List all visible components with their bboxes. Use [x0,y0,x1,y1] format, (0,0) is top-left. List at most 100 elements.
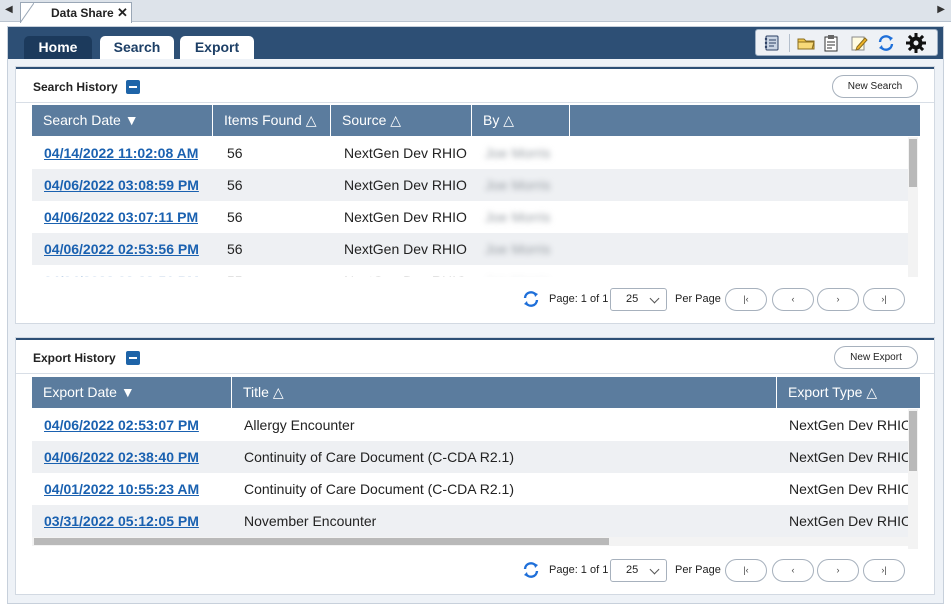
scrollbar-thumb[interactable] [909,411,917,471]
table-row[interactable]: 03/31/2022 05:12:05 PM November Encounte… [32,505,908,537]
clipboard-icon[interactable] [822,34,840,52]
column-header-source[interactable]: Source △ [331,105,472,136]
by-cell: Joe Morris [485,265,550,277]
export-history-header-row: Export Date ▼ Title △ Export Type △ [32,377,920,408]
search-history-header-row: Search Date ▼ Items Found △ Source △ By … [32,105,920,136]
search-date-link[interactable]: 04/14/2022 11:02:08 AM [44,137,198,169]
document-tab-label: Data Share [51,6,114,20]
tab-search[interactable]: Search [100,36,174,59]
collapse-search-history-icon[interactable] [126,80,140,94]
source-cell: NextGen Dev RHIO [344,265,467,277]
export-history-title: Export History [33,351,116,365]
next-page-button[interactable]: › [817,288,859,311]
search-date-link[interactable]: 04/06/2022 03:08:59 PM [44,169,199,201]
refresh-icon[interactable] [522,290,540,308]
document-tab-data-share[interactable]: Data Share ✕ [20,2,132,23]
search-history-title: Search History [33,80,118,94]
gear-icon[interactable] [905,32,927,54]
source-cell: NextGen Dev RHIO [344,241,467,257]
by-cell: Joe Morris [485,241,551,257]
by-cell: Joe Morris [485,209,551,225]
items-found-cell: 56 [227,177,243,193]
previous-page-button[interactable]: ‹ [772,288,814,311]
close-icon[interactable]: ✕ [117,5,128,21]
column-header-export-date[interactable]: Export Date ▼ [32,377,232,408]
export-date-link[interactable]: 04/06/2022 02:53:07 PM [44,409,199,441]
toolbar [755,29,938,56]
export-type-cell: NextGen Dev RHIO [789,449,908,465]
search-date-link[interactable]: 04/04/2022 02:38:51 PM [44,265,199,277]
per-page-label: Per Page [675,293,721,305]
column-header-items-found[interactable]: Items Found △ [213,105,331,136]
column-header-search-date[interactable]: Search Date ▼ [32,105,213,136]
table-row[interactable]: 04/14/2022 11:02:08 AM 56 NextGen Dev RH… [32,137,908,169]
export-title-cell: November Encounter [244,513,377,529]
source-cell: NextGen Dev RHIO [344,145,467,161]
per-page-label: Per Page [675,564,721,576]
refresh-icon[interactable] [877,34,895,52]
scroll-left-icon[interactable]: ◀ [5,4,13,15]
per-page-select[interactable]: 25 [610,288,667,311]
refresh-icon[interactable] [522,561,540,579]
table-row[interactable]: 04/06/2022 02:38:40 PM Continuity of Car… [32,441,908,473]
tab-slant-decoration [20,3,34,23]
export-history-panel: Export History New Export Export Date ▼ … [15,337,935,595]
tab-home[interactable]: Home [24,36,92,59]
export-title-cell: Continuity of Care Document (C-CDA R2.1) [244,481,514,497]
chevron-down-icon [649,564,660,575]
scrollbar-thumb[interactable] [909,139,917,187]
items-found-cell: 56 [227,209,243,225]
panel-top-rule [16,67,934,69]
edit-icon[interactable] [850,34,868,52]
table-row[interactable]: 04/04/2022 02:38:51 PM 55 NextGen Dev RH… [32,265,908,277]
export-date-link[interactable]: 04/06/2022 02:38:40 PM [44,441,199,473]
search-date-link[interactable]: 04/06/2022 03:07:11 PM [44,201,198,233]
column-header-title[interactable]: Title △ [232,377,777,408]
panel-separator [16,373,934,374]
table-row[interactable]: 04/06/2022 03:08:59 PM 56 NextGen Dev RH… [32,169,908,201]
search-history-panel: Search History New Search Search Date ▼ … [15,66,935,324]
per-page-value: 25 [626,564,639,576]
first-page-button[interactable]: |‹ [725,559,767,582]
per-page-select[interactable]: 25 [610,559,667,582]
chevron-down-icon [649,293,660,304]
last-page-button[interactable]: ›| [863,559,905,582]
page-indicator: Page: 1 of 1 [549,564,609,576]
by-cell: Joe Morris [485,177,551,193]
export-title-cell: Allergy Encounter [244,417,355,433]
next-page-button[interactable]: › [817,559,859,582]
source-cell: NextGen Dev RHIO [344,177,467,193]
tab-export[interactable]: Export [180,36,254,59]
search-date-link[interactable]: 04/06/2022 02:53:56 PM [44,233,199,265]
by-cell: Joe Morris [485,145,551,161]
source-cell: NextGen Dev RHIO [344,209,467,225]
table-row[interactable]: 04/06/2022 03:07:11 PM 56 NextGen Dev RH… [32,201,908,233]
folder-icon[interactable] [797,34,815,52]
per-page-value: 25 [626,293,639,305]
scrollbar-thumb[interactable] [34,538,609,545]
collapse-export-history-icon[interactable] [126,351,140,365]
first-page-button[interactable]: |‹ [725,288,767,311]
items-found-cell: 56 [227,145,243,161]
notebook-icon[interactable] [763,34,781,52]
new-export-button[interactable]: New Export [834,346,918,369]
export-title-cell: Continuity of Care Document (C-CDA R2.1) [244,449,514,465]
last-page-button[interactable]: ›| [863,288,905,311]
export-date-link[interactable]: 03/31/2022 05:12:05 PM [44,505,199,537]
export-history-horizontal-scrollbar[interactable] [32,537,908,546]
new-search-button[interactable]: New Search [832,75,918,98]
export-history-vertical-scrollbar[interactable] [908,409,918,549]
column-header-by[interactable]: By △ [472,105,570,136]
scroll-right-icon[interactable]: ▶ [937,4,945,15]
items-found-cell: 55 [227,265,243,277]
table-row[interactable]: 04/06/2022 02:53:56 PM 56 NextGen Dev RH… [32,233,908,265]
table-row[interactable]: 04/01/2022 10:55:23 AM Continuity of Car… [32,473,908,505]
toolbar-separator [789,34,790,52]
search-history-vertical-scrollbar[interactable] [908,137,918,277]
page-indicator: Page: 1 of 1 [549,293,609,305]
column-header-export-type[interactable]: Export Type △ [777,377,920,408]
table-row[interactable]: 04/06/2022 02:53:07 PM Allergy Encounter… [32,409,908,441]
export-date-link[interactable]: 04/01/2022 10:55:23 AM [44,473,199,505]
export-type-cell: NextGen Dev RHIO [789,513,908,529]
previous-page-button[interactable]: ‹ [772,559,814,582]
